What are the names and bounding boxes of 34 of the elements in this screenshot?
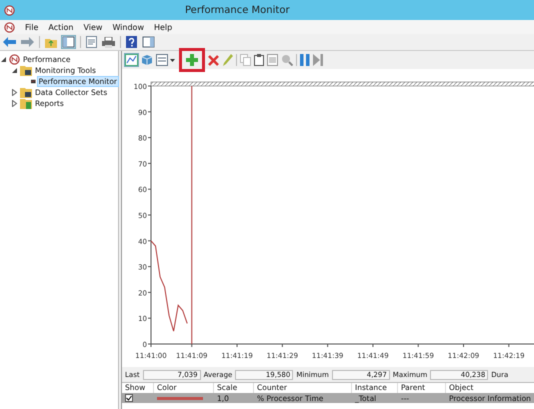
clipboard-icon[interactable] [254,54,264,66]
folder-up-icon[interactable] [45,36,57,48]
menu-item[interactable]: Window [112,22,144,32]
menu-item[interactable]: File [25,22,38,32]
help-icon[interactable] [126,36,137,48]
action-pane-icon[interactable] [142,36,155,48]
pause-icon[interactable] [300,54,310,66]
app-logo-icon [4,4,15,16]
back-arrow-icon[interactable] [3,37,16,47]
properties-icon[interactable] [86,36,97,48]
app-logo-icon[interactable] [4,22,15,32]
collapse-arrow-icon[interactable] [0,56,7,63]
menu-item[interactable]: View [83,22,102,32]
window-title: Performance Monitor [185,4,290,16]
cube-icon[interactable] [141,54,153,66]
printer-icon[interactable] [102,36,115,48]
close-icon[interactable] [208,54,219,66]
app-logo-icon [9,54,20,65]
menu-item[interactable]: Action [48,22,74,32]
magnifier-icon[interactable] [281,54,293,66]
console-tree-icon[interactable] [62,36,75,48]
folder-icon [20,87,32,98]
folder-icon [20,65,32,76]
menu-item[interactable]: Help [154,22,172,32]
graph-view-icon[interactable] [125,54,138,66]
graph-type-dropdown-icon[interactable] [156,54,176,66]
checkbox[interactable] [125,394,133,402]
expand-arrow-icon[interactable] [11,100,18,107]
plus-icon[interactable] [186,54,198,66]
collapse-arrow-icon[interactable] [11,67,18,74]
folder-icon [20,98,32,109]
forward-arrow-icon[interactable] [21,37,34,47]
expand-arrow-icon[interactable] [11,89,18,96]
monitor-graph-icon [31,77,36,86]
